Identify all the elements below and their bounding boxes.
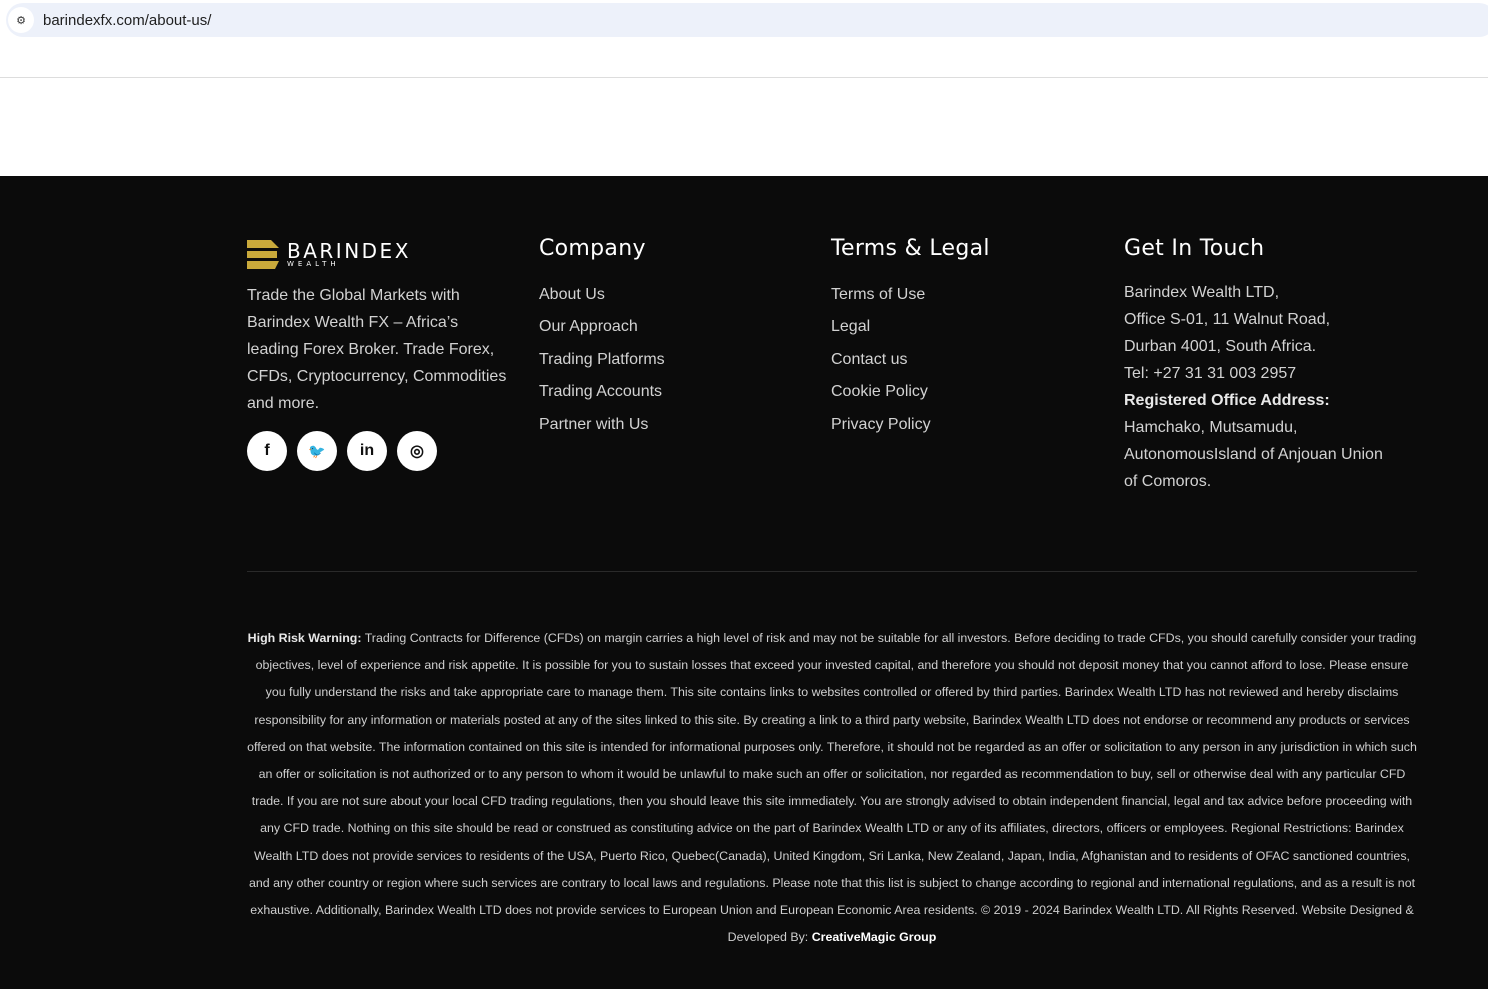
legal-heading: Terms & Legal — [831, 236, 990, 261]
link-privacy[interactable]: Privacy Policy — [831, 413, 990, 445]
divider — [0, 77, 1488, 78]
twitter-icon[interactable]: 🐦 — [297, 431, 337, 471]
brand-column: BARINDEX WEALTH Trade the Global Markets … — [247, 240, 512, 471]
logo[interactable]: BARINDEX WEALTH — [247, 240, 512, 270]
link-about-us[interactable]: About Us — [539, 283, 665, 315]
risk-warning: High Risk Warning: Trading Contracts for… — [246, 625, 1418, 951]
address-line: Hamchako, Mutsamudu, — [1124, 419, 1298, 436]
contact-heading: Get In Touch — [1124, 236, 1265, 261]
phone: Tel: +27 31 31 003 2957 — [1124, 365, 1297, 382]
site-footer: BARINDEX WEALTH Trade the Global Markets … — [0, 176, 1488, 989]
link-contact[interactable]: Contact us — [831, 348, 990, 380]
link-trading-accounts[interactable]: Trading Accounts — [539, 380, 665, 412]
link-our-approach[interactable]: Our Approach — [539, 315, 665, 347]
address-line: AutonomousIsland of Anjouan Union — [1124, 446, 1383, 463]
divider — [247, 571, 1417, 572]
link-cookie[interactable]: Cookie Policy — [831, 380, 990, 412]
contact-address: Barindex Wealth LTD, Office S-01, 11 Wal… — [1124, 279, 1383, 495]
logo-mark-icon — [247, 240, 279, 269]
link-partner[interactable]: Partner with Us — [539, 413, 665, 445]
link-legal[interactable]: Legal — [831, 315, 990, 347]
legal-column: Terms & Legal Terms of Use Legal Contact… — [831, 236, 990, 445]
address-line: of Comoros. — [1124, 473, 1212, 490]
site-settings-icon[interactable]: ⚙ — [8, 7, 34, 33]
instagram-icon[interactable]: ◎ — [397, 431, 437, 471]
footer-description: Trade the Global Markets with Barindex W… — [247, 287, 507, 412]
address-bar[interactable]: ⚙ barindexfx.com/about-us/ — [6, 3, 1488, 37]
address-line: Office S-01, 11 Walnut Road, — [1124, 311, 1331, 328]
social-links: f 🐦 in ◎ — [247, 431, 512, 471]
address-line: Durban 4001, South Africa. — [1124, 338, 1317, 355]
company-heading: Company — [539, 236, 646, 261]
company-column: Company About Us Our Approach Trading Pl… — [539, 236, 665, 445]
risk-label: High Risk Warning: — [247, 631, 362, 645]
registered-label: Registered Office Address: — [1124, 392, 1330, 409]
credit-link[interactable]: CreativeMagic Group — [812, 930, 937, 944]
facebook-icon[interactable]: f — [247, 431, 287, 471]
linkedin-icon[interactable]: in — [347, 431, 387, 471]
address-line: Barindex Wealth LTD, — [1124, 284, 1280, 301]
link-trading-platforms[interactable]: Trading Platforms — [539, 348, 665, 380]
link-terms[interactable]: Terms of Use — [831, 283, 990, 315]
url-text[interactable]: barindexfx.com/about-us/ — [43, 12, 211, 29]
risk-text: Trading Contracts for Difference (CFDs) … — [247, 631, 1417, 945]
contact-column: Get In Touch Barindex Wealth LTD, Office… — [1124, 236, 1383, 495]
